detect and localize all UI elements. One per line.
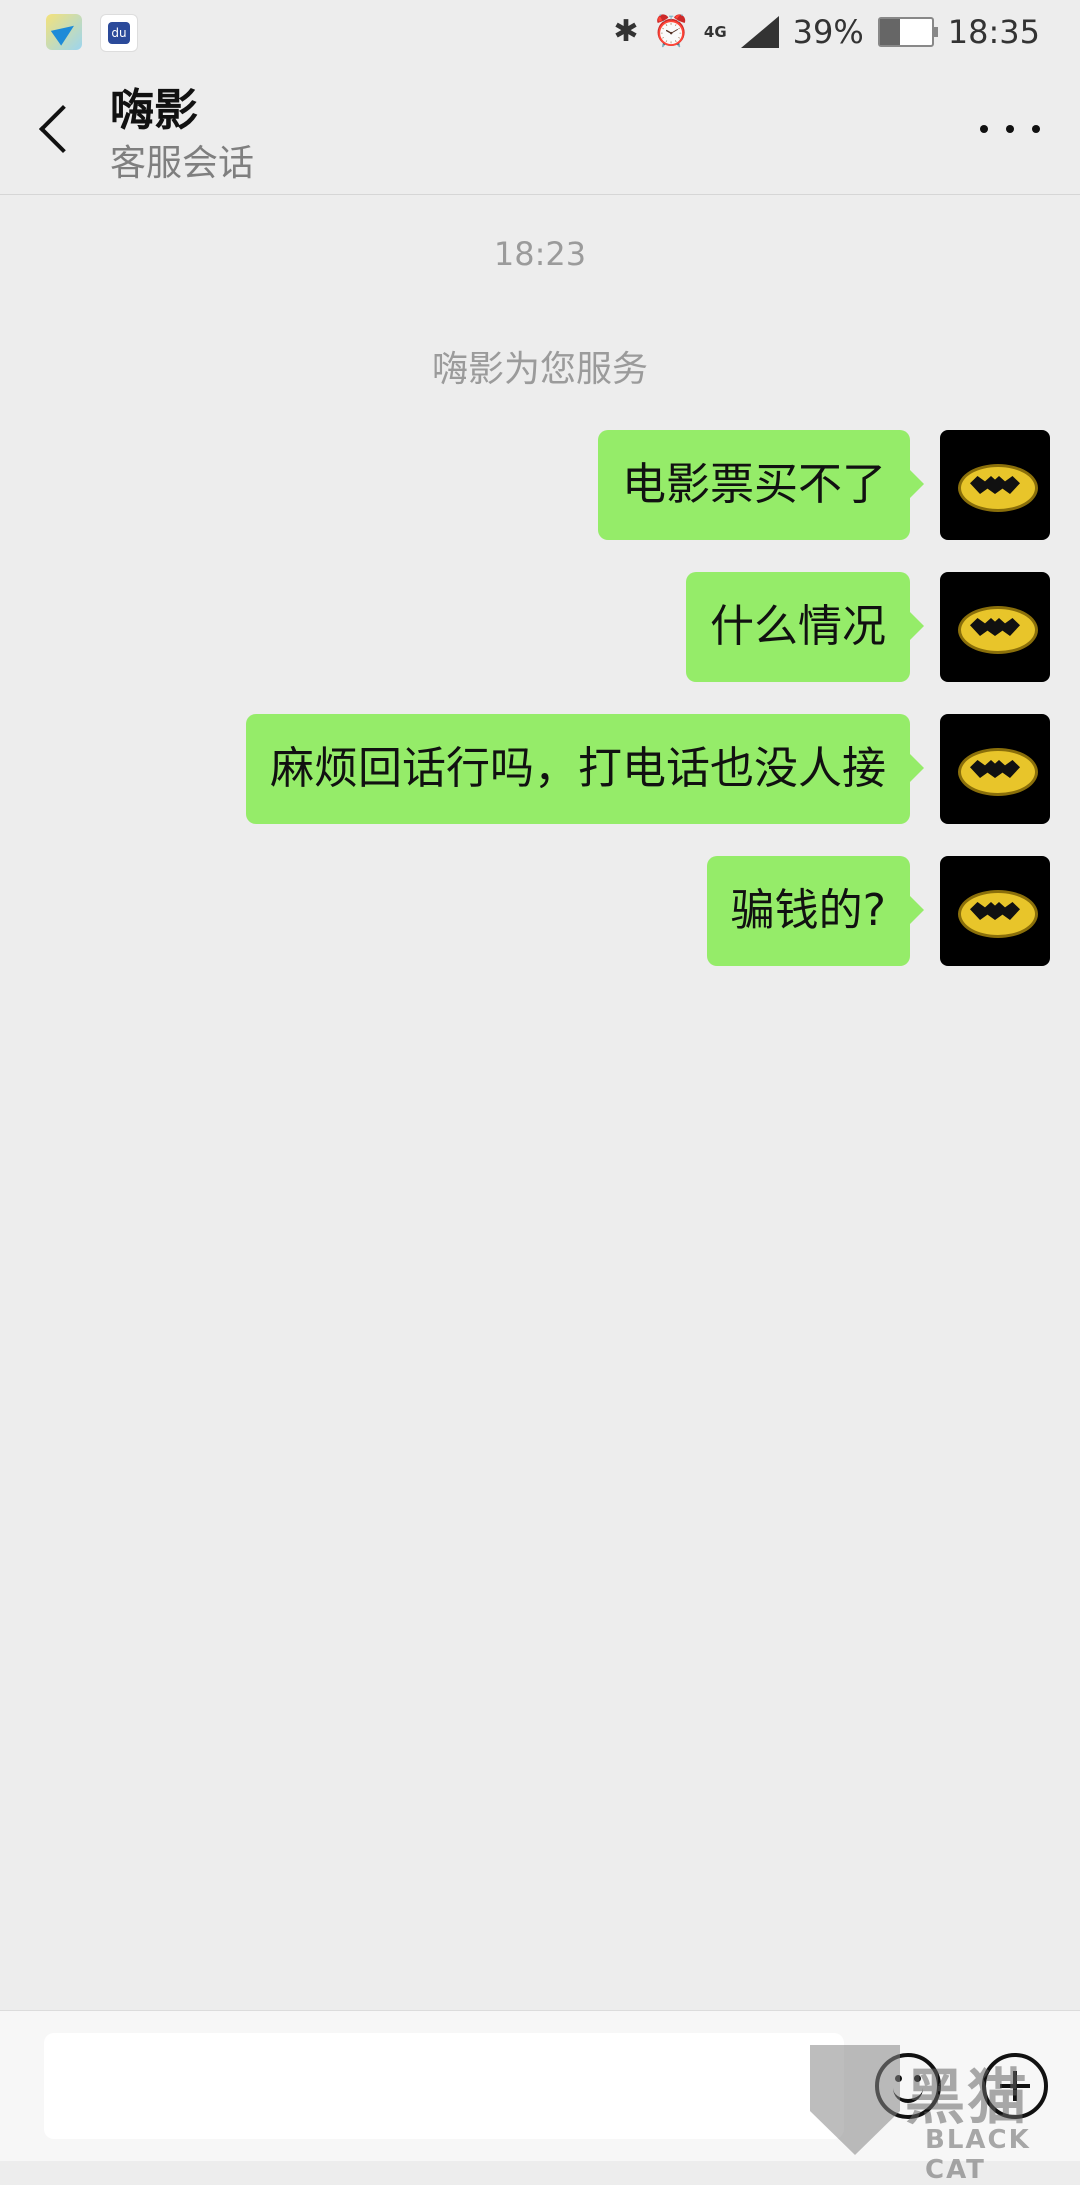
message-bubble[interactable]: 电影票买不了 [598, 430, 924, 540]
system-message: 嗨影为您服务 [431, 349, 648, 390]
message-row: 骗钱的? [706, 856, 1050, 966]
chat-header: 嗨影 客服会话 [0, 64, 1080, 195]
chat-subtitle: 客服会话 [110, 143, 255, 184]
plus-icon[interactable] [982, 2053, 1048, 2119]
message-input[interactable] [44, 2033, 844, 2139]
avatar[interactable] [940, 714, 1050, 824]
message-bubble[interactable]: 什么情况 [686, 572, 924, 682]
more-options-button[interactable] [980, 114, 1040, 144]
status-time: 18:35 [947, 13, 1040, 51]
emoji-icon[interactable] [875, 2053, 941, 2119]
avatar[interactable] [940, 572, 1050, 682]
message-row: 什么情况 [686, 572, 1050, 682]
avatar[interactable] [940, 430, 1050, 540]
back-arrow-icon[interactable] [32, 104, 72, 154]
message-row: 麻烦回话行吗，打电话也没人接 [246, 714, 1050, 824]
status-bar: du ✱ ⏰ 4G 39% 18:35 [0, 0, 1080, 64]
more-dot-icon [1006, 125, 1014, 133]
message-bubble[interactable]: 骗钱的? [706, 856, 925, 966]
battery-icon [877, 17, 938, 47]
message-timestamp: 18:23 [493, 235, 587, 273]
avatar[interactable] [940, 856, 1050, 966]
battery-percent: 39% [792, 13, 864, 51]
more-dot-icon [1032, 125, 1040, 133]
chat-title: 嗨影 [110, 85, 198, 136]
bluetooth-icon: ✱ [613, 14, 639, 49]
message-row: 电影票买不了 [598, 430, 1050, 540]
network-type: 4G [703, 23, 727, 41]
more-dot-icon [980, 125, 988, 133]
message-bubble[interactable]: 麻烦回话行吗，打电话也没人接 [246, 714, 924, 824]
message-list[interactable]: 18:23 嗨影为您服务 电影票买不了 什么情况 麻烦回话行吗，打电话也没人接 … [0, 195, 1080, 2005]
app-notification-icon: du [100, 14, 138, 52]
input-bar [0, 2010, 1080, 2161]
alarm-icon: ⏰ [652, 14, 690, 49]
signal-icon [740, 16, 779, 48]
map-app-icon [46, 14, 82, 50]
